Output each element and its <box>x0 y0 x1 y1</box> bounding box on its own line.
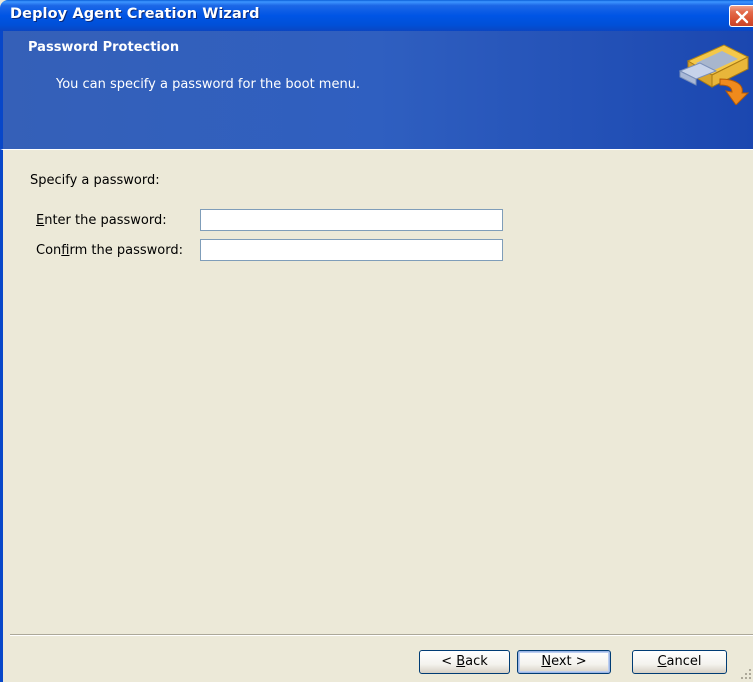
confirm-password-label: Confirm the password: <box>36 243 183 258</box>
password-input[interactable] <box>200 209 503 231</box>
close-button[interactable] <box>729 5 753 27</box>
resize-grip-icon[interactable] <box>740 668 752 680</box>
back-button-prefix: < <box>441 654 457 669</box>
footer-divider <box>10 634 753 636</box>
title-bar[interactable]: Deploy Agent Creation Wizard <box>0 0 753 31</box>
password-label: Enter the password: <box>36 213 167 228</box>
cancel-button-rest: ancel <box>666 654 702 669</box>
window-title: Deploy Agent Creation Wizard <box>10 6 260 22</box>
confirm-label-prefix: Con <box>36 243 62 258</box>
back-button-mnemonic: B <box>456 654 466 669</box>
next-button-mnemonic: N <box>541 654 552 669</box>
cancel-button-mnemonic: C <box>657 654 667 669</box>
password-label-rest: nter the password: <box>44 213 167 228</box>
section-label: Specify a password: <box>30 173 160 188</box>
password-label-mnemonic: E <box>36 213 45 228</box>
next-button-rest: ext > <box>551 654 587 669</box>
next-button[interactable]: Next > <box>517 650 611 674</box>
confirm-label-rest: irm the password: <box>69 243 183 258</box>
confirm-password-input[interactable] <box>200 239 503 261</box>
cancel-button[interactable]: Cancel <box>632 650 727 674</box>
wizard-window: Deploy Agent Creation Wizard Password Pr… <box>0 0 753 682</box>
back-button[interactable]: < Back <box>419 650 510 674</box>
header-title: Password Protection <box>28 40 180 55</box>
wizard-disk-arrow-icon <box>678 44 750 105</box>
back-button-rest: ack <box>465 654 488 669</box>
close-icon <box>735 10 749 24</box>
header-subtitle: You can specify a password for the boot … <box>56 77 361 92</box>
